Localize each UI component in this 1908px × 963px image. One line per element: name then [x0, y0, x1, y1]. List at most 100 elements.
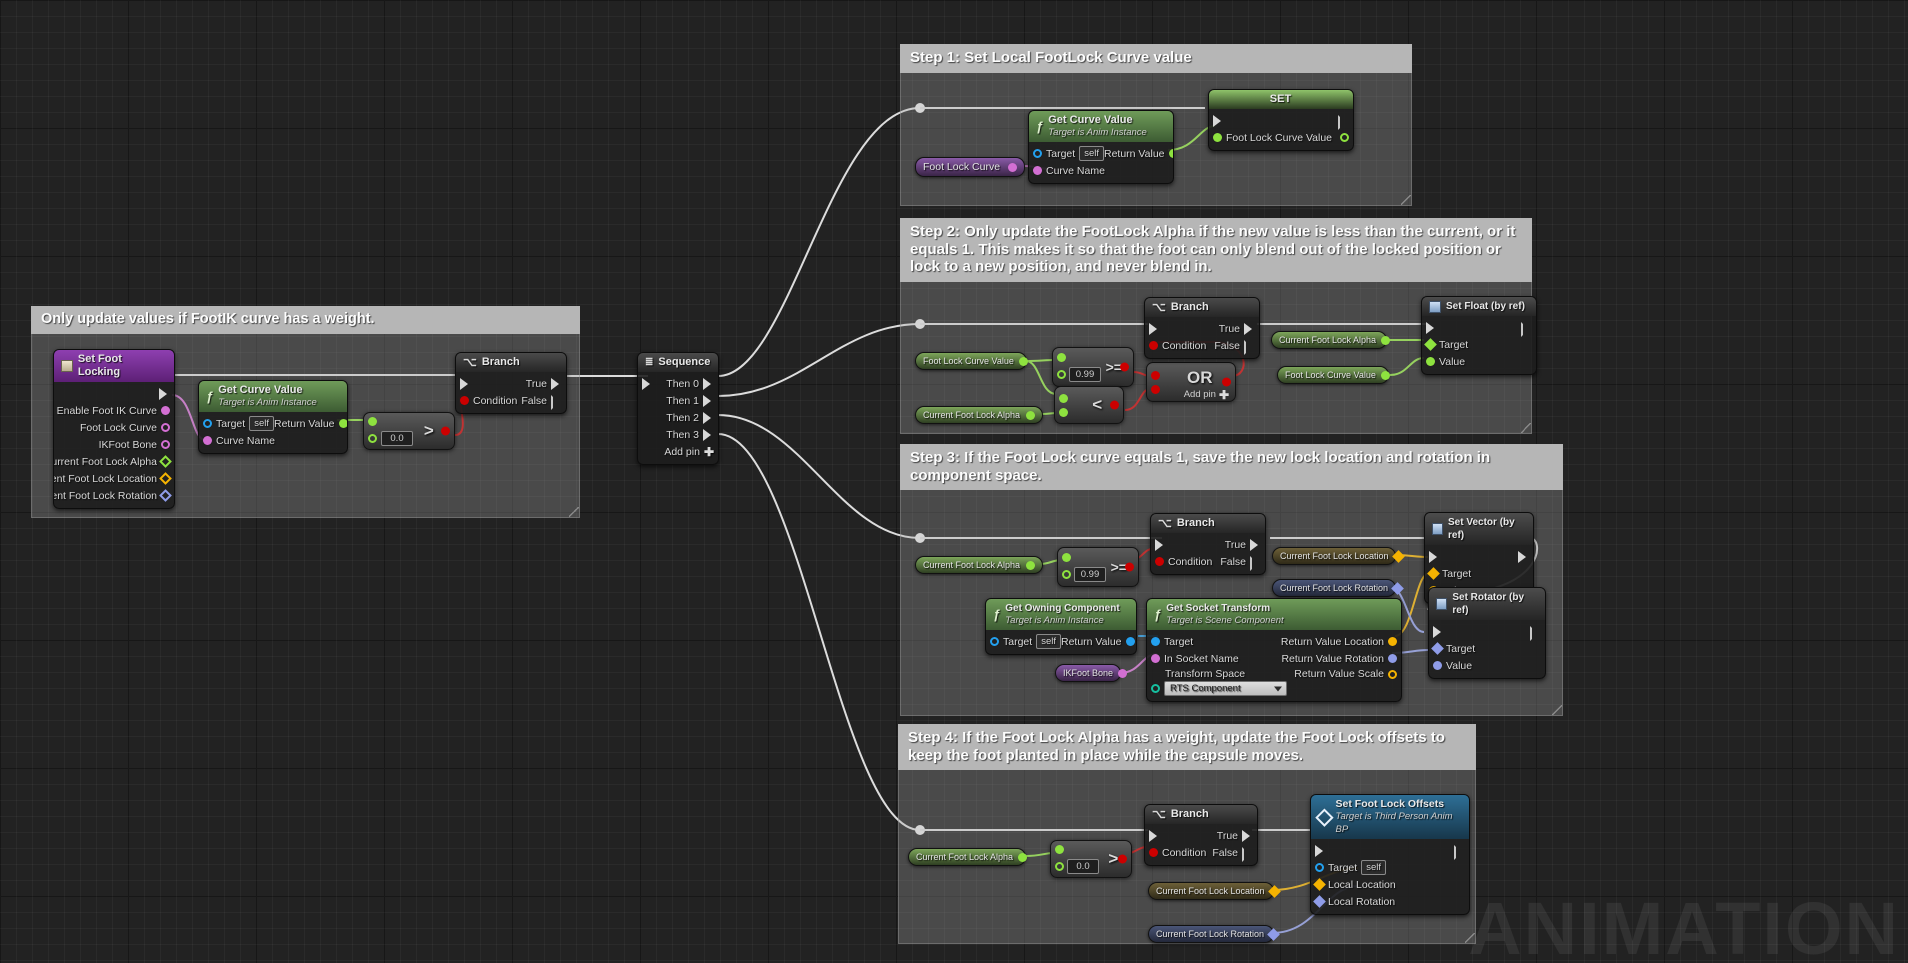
float-in-pin-a[interactable]	[1059, 393, 1068, 403]
vector-out-pin[interactable]	[159, 472, 172, 485]
node-set-foot-lock-offsets[interactable]: Set Foot Lock Offsets Target is Third Pe…	[1310, 794, 1470, 915]
exec-then1-pin[interactable]	[703, 394, 714, 407]
float-b-value[interactable]: 0.99	[1074, 566, 1106, 582]
node-greater-equal-step2[interactable]: 0.99 >=	[1052, 347, 1134, 387]
bool-in-pin[interactable]	[1149, 341, 1158, 350]
rotator-ref-in-pin[interactable]	[1431, 642, 1444, 655]
node-set-rotator-by-ref[interactable]: Set Rotator (by ref) Target Value	[1428, 587, 1546, 679]
bool-out-pin[interactable]	[1222, 377, 1231, 387]
rotator-out-pin[interactable]	[1388, 654, 1397, 663]
name-in-pin[interactable]	[1033, 166, 1042, 175]
float-in-pin-a[interactable]	[368, 416, 377, 426]
name-out-pin[interactable]	[161, 440, 170, 449]
float-in-pin-a[interactable]	[1057, 352, 1066, 362]
pill-foot-lock-curve[interactable]: Foot Lock Curve	[915, 157, 1025, 177]
pill-current-foot-lock-alpha-s2[interactable]: Current Foot Lock Alpha	[915, 406, 1043, 424]
node-set-foot-locking[interactable]: Set Foot Locking Enable Foot IK Curve Fo…	[53, 349, 175, 509]
node-or-step2[interactable]: OR Add pin ✚	[1146, 362, 1236, 402]
exec-in-pin[interactable]	[1433, 625, 1444, 638]
bool-out-pin[interactable]	[1118, 854, 1127, 864]
float-in-pin-b[interactable]	[1057, 369, 1066, 379]
node-greater-equal-step3[interactable]: 0.99 >=	[1057, 547, 1139, 587]
float-in-pin[interactable]	[1426, 357, 1435, 366]
bool-out-pin[interactable]	[1125, 562, 1134, 572]
float-in-pin-a[interactable]	[1055, 844, 1064, 854]
float-out-pin[interactable]	[1380, 370, 1390, 380]
object-in-pin[interactable]	[1151, 637, 1160, 646]
pill-current-foot-lock-alpha-s3[interactable]: Current Foot Lock Alpha	[915, 556, 1043, 574]
float-out-pin[interactable]	[1168, 149, 1173, 158]
bool-in-pin[interactable]	[1149, 848, 1158, 857]
exec-out-pin[interactable]	[1530, 625, 1541, 641]
bool-in-pin[interactable]	[1155, 557, 1164, 566]
float-out-pin[interactable]	[1018, 356, 1028, 366]
transform-space-dropdown[interactable]: RTS Component	[1164, 681, 1287, 696]
float-in-pin-b[interactable]	[1059, 407, 1068, 417]
float-out-pin[interactable]	[338, 419, 347, 428]
target-self-value[interactable]: self	[1036, 634, 1061, 649]
exec-then0-pin[interactable]	[703, 377, 714, 390]
float-ref-in-pin[interactable]	[1424, 338, 1437, 351]
exec-in-pin[interactable]	[1213, 114, 1224, 127]
plus-icon[interactable]: ✚	[1219, 389, 1229, 401]
bool-out-pin[interactable]	[1120, 362, 1129, 372]
name-out-pin[interactable]	[1118, 668, 1128, 678]
object-in-pin[interactable]	[1315, 863, 1324, 872]
pill-current-foot-lock-rotation-s4[interactable]: Current Foot Lock Rotation	[1148, 925, 1280, 943]
add-pin-row[interactable]: Add pin ✚	[638, 443, 718, 460]
float-b-value[interactable]: 0.0	[381, 430, 413, 446]
pill-foot-lock-curve-value-s2[interactable]: Foot Lock Curve Value	[915, 352, 1028, 370]
exec-out-pin[interactable]	[1338, 114, 1349, 130]
exec-in-pin[interactable]	[460, 377, 471, 390]
node-branch-left[interactable]: ⌥ Branch True Condition False	[455, 352, 567, 414]
exec-in-pin[interactable]	[1149, 322, 1160, 335]
name-in-pin[interactable]	[1151, 654, 1160, 663]
node-branch-step3[interactable]: ⌥ Branch True Condition False	[1150, 513, 1266, 575]
bool-out-pin[interactable]	[441, 426, 450, 436]
pill-current-foot-lock-location-s3[interactable]: Current Foot Lock Location	[1272, 547, 1405, 565]
float-in-pin-b[interactable]	[368, 433, 377, 443]
vector-in-pin[interactable]	[1313, 878, 1326, 891]
object-in-pin[interactable]	[1033, 149, 1042, 158]
float-out-pin[interactable]	[159, 455, 172, 468]
add-pin-row[interactable]: Add pin ✚	[1184, 389, 1229, 401]
name-out-pin[interactable]	[161, 423, 170, 432]
exec-in-pin[interactable]	[642, 377, 653, 390]
exec-true-pin[interactable]	[1250, 538, 1261, 551]
exec-in-pin[interactable]	[1155, 538, 1166, 551]
comment-resize-handle[interactable]	[1401, 195, 1411, 205]
name-in-pin[interactable]	[203, 436, 212, 445]
bool-in-pin-a[interactable]	[1151, 370, 1160, 380]
vector-ref-in-pin[interactable]	[1427, 567, 1440, 580]
comment-resize-handle[interactable]	[569, 507, 579, 517]
exec-out-pin[interactable]	[1454, 844, 1465, 860]
rotator-out-pin[interactable]	[159, 489, 172, 502]
node-set-float-by-ref[interactable]: Set Float (by ref) Target Value	[1421, 296, 1537, 375]
exec-out-pin[interactable]	[1521, 321, 1532, 337]
object-out-pin[interactable]	[1125, 637, 1135, 646]
pill-current-foot-lock-location-s4[interactable]: Current Foot Lock Location	[1148, 882, 1281, 900]
comment-resize-handle[interactable]	[1521, 423, 1531, 433]
float-in-pin-b[interactable]	[1062, 569, 1071, 579]
node-less-than-step2[interactable]: <	[1054, 386, 1124, 424]
bool-out-pin[interactable]	[1110, 400, 1119, 410]
plus-icon[interactable]: ✚	[704, 446, 714, 458]
target-self-value[interactable]: self	[249, 416, 274, 431]
blueprint-graph-canvas[interactable]: ANIMATION Only update values if FootIK c…	[0, 0, 1908, 963]
object-in-pin[interactable]	[203, 419, 212, 428]
rotator-in-pin[interactable]	[1313, 895, 1326, 908]
float-out-pin[interactable]	[1026, 560, 1035, 570]
exec-then2-pin[interactable]	[703, 411, 714, 424]
float-out-pin[interactable]	[1381, 335, 1391, 345]
exec-in-pin[interactable]	[1426, 321, 1437, 334]
node-branch-step4[interactable]: ⌥ Branch True Condition False	[1144, 804, 1258, 866]
pill-current-foot-lock-alpha-s4[interactable]: Current Foot Lock Alpha	[908, 848, 1028, 866]
node-get-curve-value-left[interactable]: ƒ Get Curve Value Target is Anim Instanc…	[198, 380, 348, 454]
bool-in-pin[interactable]	[460, 396, 469, 405]
float-out-pin[interactable]	[1026, 410, 1035, 420]
float-out-pin[interactable]	[1018, 852, 1028, 862]
float-in-pin-b[interactable]	[1055, 861, 1064, 871]
rotator-in-pin[interactable]	[1433, 661, 1442, 670]
exec-out-pin[interactable]	[1518, 550, 1529, 563]
object-in-pin[interactable]	[990, 637, 999, 646]
